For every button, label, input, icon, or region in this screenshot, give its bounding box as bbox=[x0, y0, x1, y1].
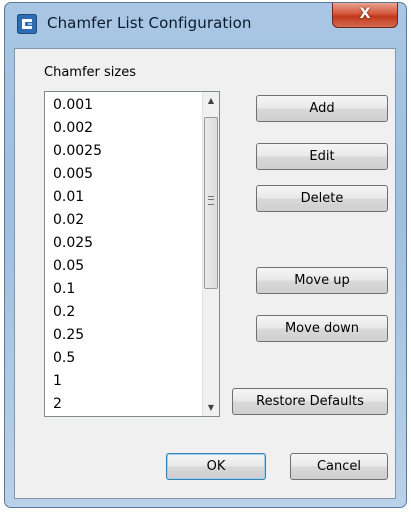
list-item[interactable]: 0.002 bbox=[53, 117, 102, 140]
cancel-button[interactable]: Cancel bbox=[290, 453, 388, 480]
scrollbar-thumb[interactable] bbox=[204, 117, 218, 289]
list-item[interactable]: 1 bbox=[53, 370, 102, 393]
title-bar[interactable]: Chamfer List Configuration X bbox=[5, 3, 406, 47]
close-icon: X bbox=[359, 6, 371, 22]
list-item[interactable]: 0.5 bbox=[53, 347, 102, 370]
list-item[interactable]: 0.025 bbox=[53, 232, 102, 255]
window-title: Chamfer List Configuration bbox=[47, 14, 252, 32]
dialog-client-area: Chamfer sizes 0.001 0.002 0.0025 0.005 0.01 0… bbox=[14, 48, 396, 499]
list-item[interactable]: 0.2 bbox=[53, 301, 102, 324]
list-item[interactable]: 0.0025 bbox=[53, 140, 102, 163]
chamfer-size-list[interactable]: 0.001 0.002 0.0025 0.005 0.01 0.02 0.025 0.05 0.… bbox=[44, 91, 220, 417]
chamfer-sizes-label: Chamfer sizes bbox=[44, 65, 136, 80]
move-up-button[interactable]: Move up bbox=[256, 267, 388, 294]
list-item[interactable]: 0.25 bbox=[53, 324, 102, 347]
vertical-scrollbar[interactable]: ▲ ▼ bbox=[202, 92, 219, 416]
list-item[interactable]: 0.01 bbox=[53, 186, 102, 209]
list-items: 0.001 0.002 0.0025 0.005 0.01 0.02 0.025 0.05 0.… bbox=[53, 94, 102, 416]
list-item[interactable]: 0.001 bbox=[53, 94, 102, 117]
add-button[interactable]: Add bbox=[256, 95, 388, 122]
list-item[interactable]: 0.1 bbox=[53, 278, 102, 301]
delete-button[interactable]: Delete bbox=[256, 185, 388, 212]
edit-button[interactable]: Edit bbox=[256, 143, 388, 170]
close-button[interactable]: X bbox=[332, 3, 398, 28]
list-item[interactable]: 0.05 bbox=[53, 255, 102, 278]
move-down-button[interactable]: Move down bbox=[256, 315, 388, 342]
ok-button[interactable]: OK bbox=[166, 453, 266, 480]
dialog-window: Chamfer List Configuration X Chamfer siz… bbox=[4, 2, 407, 508]
app-icon bbox=[17, 14, 37, 34]
list-item[interactable]: 0.005 bbox=[53, 163, 102, 186]
list-item[interactable]: 0.02 bbox=[53, 209, 102, 232]
list-item[interactable]: 2 bbox=[53, 393, 102, 416]
scroll-down-icon[interactable]: ▼ bbox=[203, 399, 219, 416]
grip-icon bbox=[208, 196, 214, 205]
scroll-up-icon[interactable]: ▲ bbox=[203, 92, 219, 109]
restore-defaults-button[interactable]: Restore Defaults bbox=[232, 388, 388, 415]
